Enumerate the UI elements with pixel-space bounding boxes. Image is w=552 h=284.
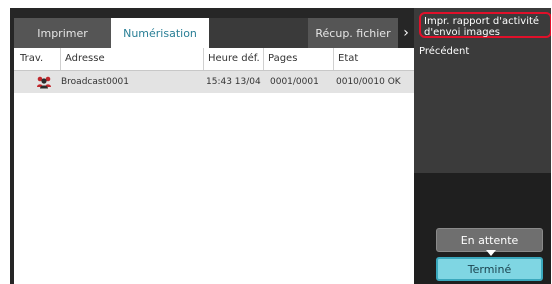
- previous-label: Précédent: [419, 46, 470, 57]
- action-menu: Impr. rapport d'activité d'envoi images …: [414, 8, 551, 173]
- tab-file-retrieval[interactable]: Récup. fichier: [308, 18, 398, 48]
- column-header-address[interactable]: Adresse: [60, 48, 203, 70]
- job-time: 15:43 13/04: [206, 77, 261, 87]
- print-send-report-label: Impr. rapport d'activité d'envoi images: [424, 16, 540, 38]
- job-status-screen: Imprimer Numérisation Récup. fichier › T…: [10, 8, 551, 284]
- tabs-more-button[interactable]: ›: [398, 18, 414, 48]
- job-pages: 0001/0001: [270, 77, 319, 87]
- waiting-button-label: En attente: [460, 233, 519, 247]
- tab-print-label: Imprimer: [37, 26, 88, 40]
- previous-item[interactable]: Précédent: [419, 46, 469, 57]
- job-list-panel: Trav. Adresse Heure déf. Pages Etat Broa…: [14, 48, 414, 284]
- job-table-header: Trav. Adresse Heure déf. Pages Etat: [14, 48, 414, 71]
- arrow-down-icon: [486, 250, 496, 256]
- waiting-button[interactable]: En attente: [436, 228, 543, 252]
- print-send-report-item[interactable]: Impr. rapport d'activité d'envoi images: [419, 12, 551, 38]
- tab-print[interactable]: Imprimer: [14, 18, 111, 48]
- job-status: 0010/0010 OK: [336, 77, 401, 87]
- column-header-pages[interactable]: Pages: [263, 48, 333, 70]
- job-address: Broadcast0001: [61, 77, 129, 87]
- chevron-right-icon: ›: [403, 25, 409, 41]
- tab-file-retrieval-label: Récup. fichier: [315, 26, 391, 40]
- action-panel: Impr. rapport d'activité d'envoi images …: [414, 8, 551, 284]
- broadcast-icon: [36, 71, 52, 93]
- tab-scan-label: Numérisation: [123, 26, 197, 40]
- done-button-label: Terminé: [467, 262, 512, 276]
- tab-spacer: [209, 18, 308, 48]
- tab-scan[interactable]: Numérisation: [111, 18, 209, 48]
- column-header-time[interactable]: Heure déf.: [203, 48, 263, 70]
- column-header-status[interactable]: Etat: [333, 48, 414, 70]
- done-button[interactable]: Terminé: [436, 257, 543, 281]
- column-header-job[interactable]: Trav.: [16, 48, 60, 70]
- job-row[interactable]: Broadcast0001 15:43 13/04 0001/0001 0010…: [14, 71, 414, 93]
